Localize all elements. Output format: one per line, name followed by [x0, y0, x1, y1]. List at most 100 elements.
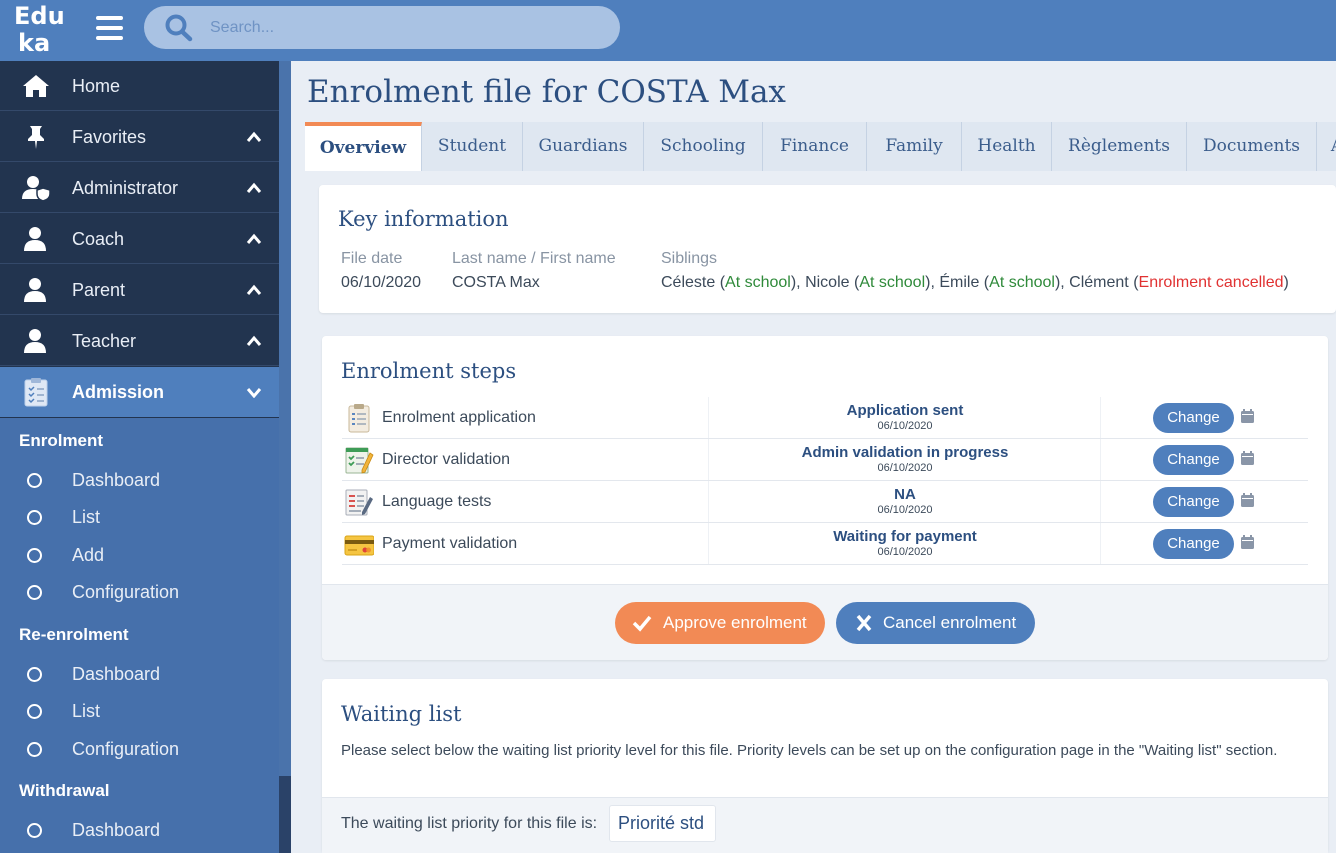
- submenu-section-enrolment: Enrolment: [19, 431, 104, 450]
- scrollbar-thumb[interactable]: [279, 61, 291, 776]
- siblings-value: Céleste (At school), Nicole (At school),…: [661, 274, 1289, 291]
- enrolment-steps-title: Enrolment steps: [341, 359, 517, 383]
- chevron-up-icon: [246, 335, 262, 346]
- calendar-icon[interactable]: [1241, 409, 1254, 423]
- key-information-card: Key information: [319, 185, 1336, 313]
- sibling-status: At school: [989, 274, 1055, 291]
- cancel-enrolment-label: Cancel enrolment: [883, 613, 1017, 632]
- tab-bar: Overview Student Guardians Schooling Fin…: [305, 122, 1336, 171]
- tab-finance[interactable]: Finance: [763, 122, 867, 171]
- name-value: COSTA Max: [452, 274, 540, 291]
- calendar-icon[interactable]: [1241, 451, 1254, 465]
- tab-overflow[interactable]: A: [1317, 122, 1336, 171]
- priority-label: The waiting list priority for this file …: [341, 815, 598, 832]
- sidebar-scrollbar[interactable]: [279, 61, 291, 853]
- chevron-up-icon: [246, 233, 262, 244]
- approve-enrolment-button[interactable]: Approve enrolment: [615, 602, 825, 644]
- sidebar-item-favorites[interactable]: Favorites: [0, 112, 279, 162]
- step-name: Director validation: [382, 451, 511, 468]
- step-date: 06/10/2020: [877, 462, 933, 474]
- tab-reglements[interactable]: Règlements: [1052, 122, 1187, 171]
- step-row: Language tests NA 06/10/2020 Change: [342, 481, 1308, 523]
- sidebar-item-label: Admission: [72, 382, 165, 402]
- submenu-item-label: Add: [72, 545, 105, 565]
- tab-health[interactable]: Health: [962, 122, 1052, 171]
- submenu-item-label: Dashboard: [72, 470, 161, 490]
- tab-schooling[interactable]: Schooling: [644, 122, 763, 171]
- submenu-section-re-enrolment: Re-enrolment: [19, 625, 129, 644]
- submenu-item-enrolment-add[interactable]: Add: [0, 540, 279, 572]
- circle-icon: [27, 548, 42, 563]
- sidebar-item-coach[interactable]: Coach: [0, 214, 279, 264]
- submenu-item-label: Dashboard: [72, 820, 161, 840]
- menu-toggle-button[interactable]: [96, 16, 123, 40]
- sidebar-item-label: Administrator: [72, 178, 179, 198]
- submenu-item-label: Configuration: [72, 582, 180, 602]
- sibling-name[interactable]: Émile: [939, 274, 979, 291]
- sibling-name[interactable]: Nicole: [805, 274, 849, 291]
- sidebar-item-admission[interactable]: Admission: [0, 367, 279, 417]
- sidebar-item-label: Teacher: [72, 331, 137, 351]
- sibling-name[interactable]: Céleste: [661, 274, 715, 291]
- step-status: Application sent: [846, 402, 964, 419]
- cancel-enrolment-button[interactable]: Cancel enrolment: [836, 602, 1035, 644]
- change-button[interactable]: Change: [1153, 529, 1234, 559]
- sibling-name[interactable]: Clément: [1069, 274, 1129, 291]
- calendar-icon[interactable]: [1241, 535, 1254, 549]
- circle-icon: [27, 823, 42, 838]
- submenu-item-enrolment-dashboard[interactable]: Dashboard: [0, 465, 279, 497]
- user-icon: [24, 227, 46, 251]
- step-date: 06/10/2020: [877, 504, 933, 516]
- submenu-item-reenrolment-configuration[interactable]: Configuration: [0, 734, 279, 766]
- change-button[interactable]: Change: [1153, 403, 1234, 433]
- step-name: Language tests: [382, 493, 492, 510]
- pin-icon: [28, 126, 44, 149]
- calendar-icon[interactable]: [1241, 493, 1254, 507]
- sidebar-item-home[interactable]: Home: [0, 61, 279, 111]
- submenu-item-label: List: [72, 701, 101, 721]
- sidebar-item-label: Coach: [72, 229, 125, 249]
- step-row: Enrolment application Application sent 0…: [342, 397, 1308, 439]
- submenu-item-reenrolment-list[interactable]: List: [0, 696, 279, 728]
- app-logo[interactable]: Edu ka: [14, 2, 65, 57]
- search-input[interactable]: [210, 14, 600, 42]
- logo-line-1: Edu: [14, 2, 65, 30]
- submenu-item-label: Configuration: [72, 739, 180, 759]
- page-title: Enrolment file for COSTA Max: [307, 74, 786, 110]
- top-bar: Edu ka: [0, 0, 1336, 61]
- sidebar-item-teacher[interactable]: Teacher: [0, 316, 279, 366]
- tab-family[interactable]: Family: [867, 122, 962, 171]
- submenu-section-withdrawal: Withdrawal: [19, 781, 110, 800]
- submenu-item-reenrolment-dashboard[interactable]: Dashboard: [0, 659, 279, 691]
- tab-overview[interactable]: Overview: [305, 122, 422, 171]
- approve-enrolment-label: Approve enrolment: [663, 613, 807, 632]
- enrolment-actions-bar: [322, 584, 1328, 660]
- chevron-up-icon: [246, 131, 262, 142]
- sidebar-item-administrator[interactable]: Administrator: [0, 163, 279, 213]
- circle-icon: [27, 704, 42, 719]
- tab-student[interactable]: Student: [422, 122, 523, 171]
- logo-line-2: ka: [18, 29, 51, 57]
- submenu-item-enrolment-configuration[interactable]: Configuration: [0, 577, 279, 609]
- search-box[interactable]: [144, 6, 620, 49]
- close-icon: [856, 614, 872, 632]
- step-date: 06/10/2020: [877, 420, 933, 432]
- user-icon: [24, 329, 46, 353]
- step-status: NA: [894, 486, 916, 503]
- change-button[interactable]: Change: [1153, 487, 1234, 517]
- change-button[interactable]: Change: [1153, 445, 1234, 475]
- file-date-label: File date: [341, 250, 403, 267]
- credit-card-icon: [344, 535, 374, 556]
- circle-icon: [27, 473, 42, 488]
- tab-documents[interactable]: Documents: [1187, 122, 1317, 171]
- name-label: Last name / First name: [452, 250, 616, 267]
- step-date: 06/10/2020: [877, 546, 933, 558]
- search-icon: [165, 14, 193, 42]
- priority-select[interactable]: Priorité std: [609, 805, 716, 842]
- user-shield-icon: [22, 176, 50, 201]
- sidebar-item-parent[interactable]: Parent: [0, 265, 279, 315]
- submenu-item-withdrawal-dashboard[interactable]: Dashboard: [0, 815, 279, 847]
- tab-guardians[interactable]: Guardians: [523, 122, 644, 171]
- submenu-item-enrolment-list[interactable]: List: [0, 502, 279, 534]
- waiting-list-title: Waiting list: [341, 702, 462, 726]
